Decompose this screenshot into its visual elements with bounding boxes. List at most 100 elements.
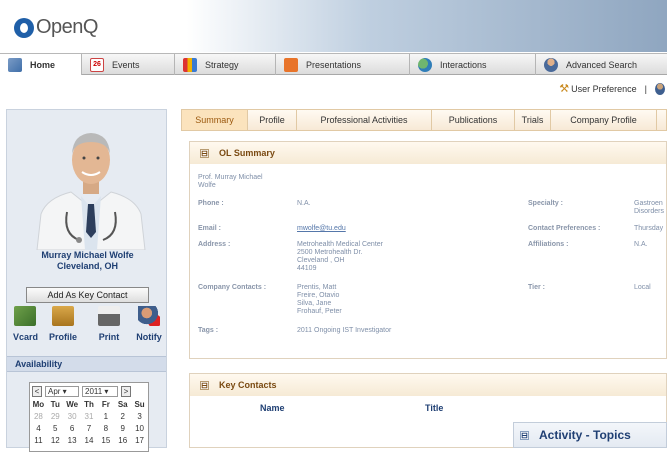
- user-preference-link[interactable]: User Preference: [571, 84, 637, 94]
- calendar-day[interactable]: 16: [114, 435, 131, 447]
- presentation-icon: [284, 57, 298, 72]
- tab-home-label: Home: [30, 59, 56, 70]
- company-contacts-value: Prentis, Matt Freire, Otavio Silva, Jane…: [297, 284, 342, 316]
- bar-chart-icon: [183, 57, 197, 72]
- collapse-icon[interactable]: ⊟: [520, 430, 529, 440]
- profile-name-line1: Murray Michael Wolfe: [41, 250, 134, 260]
- ol-summary-header: ⊟ OL Summary: [190, 142, 666, 164]
- day-header: We: [66, 400, 79, 409]
- profile-action[interactable]: Profile: [43, 306, 83, 342]
- profile-location: Cleveland, OH: [56, 261, 119, 271]
- doctor-photo: [27, 116, 155, 250]
- home-icon: [8, 57, 22, 72]
- vcard-label: Vcard: [13, 332, 39, 342]
- calendar-day[interactable]: 28: [30, 411, 47, 423]
- address-line: Cleveland , OH: [297, 257, 345, 264]
- tab-strategy-label: Strategy: [205, 59, 239, 70]
- address-label: Address :: [198, 241, 231, 248]
- affiliations-value: N.A.: [634, 241, 648, 248]
- calendar-day[interactable]: 4: [30, 423, 47, 435]
- user-search-icon: [544, 57, 558, 72]
- contact-preferences-value: Thursday: [634, 225, 664, 232]
- availability-calendar: < Apr ▾ 2011 ▾ > Mo Tu We Th Fr Sa Su 28…: [29, 382, 149, 452]
- openq-logo-icon: [14, 17, 34, 38]
- calendar-day[interactable]: 5: [47, 423, 64, 435]
- subtab-company-profile[interactable]: Company Profile: [551, 110, 657, 130]
- user-toolbar: ⚒ User Preference |: [559, 82, 667, 95]
- tab-advanced-search-label: Advanced Search: [566, 59, 638, 70]
- collapse-icon[interactable]: ⊟: [200, 380, 209, 390]
- calendar-day[interactable]: 1: [97, 411, 114, 423]
- ol-summary-title: OL Summary: [219, 148, 275, 158]
- calendar-day[interactable]: 29: [47, 411, 64, 423]
- column-header-title[interactable]: Title: [425, 403, 443, 413]
- collapse-icon[interactable]: ⊟: [200, 148, 209, 158]
- activity-topics-panel: ⊟ Activity - Topics: [513, 422, 667, 448]
- day-header: Th: [84, 400, 94, 409]
- profile-action-label: Profile: [48, 332, 77, 342]
- calendar-day[interactable]: 13: [64, 435, 81, 447]
- tab-home[interactable]: Home: [0, 54, 82, 75]
- tab-strategy[interactable]: Strategy: [175, 54, 276, 75]
- subtab-summary[interactable]: Summary: [182, 110, 248, 130]
- day-header: Tu: [50, 400, 60, 409]
- calendar-day[interactable]: 10: [131, 423, 148, 435]
- year-value: 2011: [85, 386, 103, 396]
- vcard-icon: [14, 306, 36, 326]
- availability-header: Availability: [7, 356, 166, 372]
- specialty-value: Gastroen Disorders: [634, 200, 664, 216]
- key-contacts-header: ⊟ Key Contacts: [190, 374, 666, 396]
- day-header: Sa: [117, 400, 128, 409]
- specialty-line2: Disorders: [634, 208, 664, 215]
- profile-sidebar: Murray Michael Wolfe Cleveland, OH Add A…: [6, 109, 167, 452]
- calendar-day[interactable]: 7: [81, 423, 98, 435]
- tab-events[interactable]: 26 Events: [82, 54, 175, 75]
- ol-name-line1: Prof. Murray Michael: [198, 174, 263, 181]
- specialty-label: Specialty :: [528, 200, 564, 207]
- openq-logo[interactable]: OpenQ: [14, 16, 98, 39]
- tier-label: Tier :: [528, 284, 545, 291]
- key-contacts-title: Key Contacts: [219, 380, 277, 390]
- calendar-day[interactable]: 15: [97, 435, 114, 447]
- calendar-day[interactable]: 11: [30, 435, 47, 447]
- month-select[interactable]: Apr ▾: [45, 385, 79, 397]
- user-icon[interactable]: [655, 82, 665, 95]
- address-value: Metrohealth Medical Center 2500 Metrohea…: [297, 241, 383, 273]
- calendar-day[interactable]: 9: [114, 423, 131, 435]
- calendar-day[interactable]: 6: [64, 423, 81, 435]
- calendar-prev-button[interactable]: <: [32, 385, 42, 397]
- tags-value: 2011 Ongoing IST Investigator: [297, 327, 392, 334]
- email-link[interactable]: mwolfe@tu.edu: [297, 225, 346, 233]
- notify-action[interactable]: Notify: [133, 306, 165, 342]
- notify-label: Notify: [136, 332, 162, 342]
- calendar-day[interactable]: 2: [114, 411, 131, 423]
- calendar-day[interactable]: 30: [64, 411, 81, 423]
- chat-bubbles-icon: [418, 57, 432, 72]
- subtab-profile[interactable]: Profile: [248, 110, 297, 130]
- calendar-day[interactable]: 17: [131, 435, 148, 447]
- subtab-trials[interactable]: Trials: [515, 110, 551, 130]
- calendar-day[interactable]: 3: [131, 411, 148, 423]
- calendar-day[interactable]: 14: [81, 435, 98, 447]
- calendar-day[interactable]: 31: [81, 411, 98, 423]
- tab-interactions[interactable]: Interactions: [410, 54, 536, 75]
- subtab-publications[interactable]: Publications: [432, 110, 515, 130]
- vcard-action[interactable]: Vcard: [13, 306, 39, 342]
- year-select[interactable]: 2011 ▾: [82, 385, 118, 397]
- main-content: Summary Profile Professional Activities …: [181, 109, 667, 448]
- add-key-contact-button[interactable]: Add As Key Contact: [26, 287, 149, 303]
- company-contact: Frohauf, Peter: [297, 308, 342, 315]
- calendar-day[interactable]: 12: [47, 435, 64, 447]
- calendar-header: < Apr ▾ 2011 ▾ >: [30, 383, 148, 399]
- month-value: Apr: [48, 386, 61, 396]
- tab-presentations[interactable]: Presentations: [276, 54, 410, 75]
- tab-advanced-search[interactable]: Advanced Search: [536, 54, 667, 75]
- subtab-professional-activities[interactable]: Professional Activities: [297, 110, 432, 130]
- calendar-next-button[interactable]: >: [121, 385, 131, 397]
- app-header: OpenQ: [0, 0, 667, 52]
- main-nav: Home 26 Events Strategy Presentations In…: [0, 53, 667, 75]
- print-action[interactable]: Print: [95, 306, 123, 342]
- column-header-name[interactable]: Name: [260, 403, 285, 413]
- calendar-day[interactable]: 8: [97, 423, 114, 435]
- calendar-icon: 26: [90, 57, 104, 72]
